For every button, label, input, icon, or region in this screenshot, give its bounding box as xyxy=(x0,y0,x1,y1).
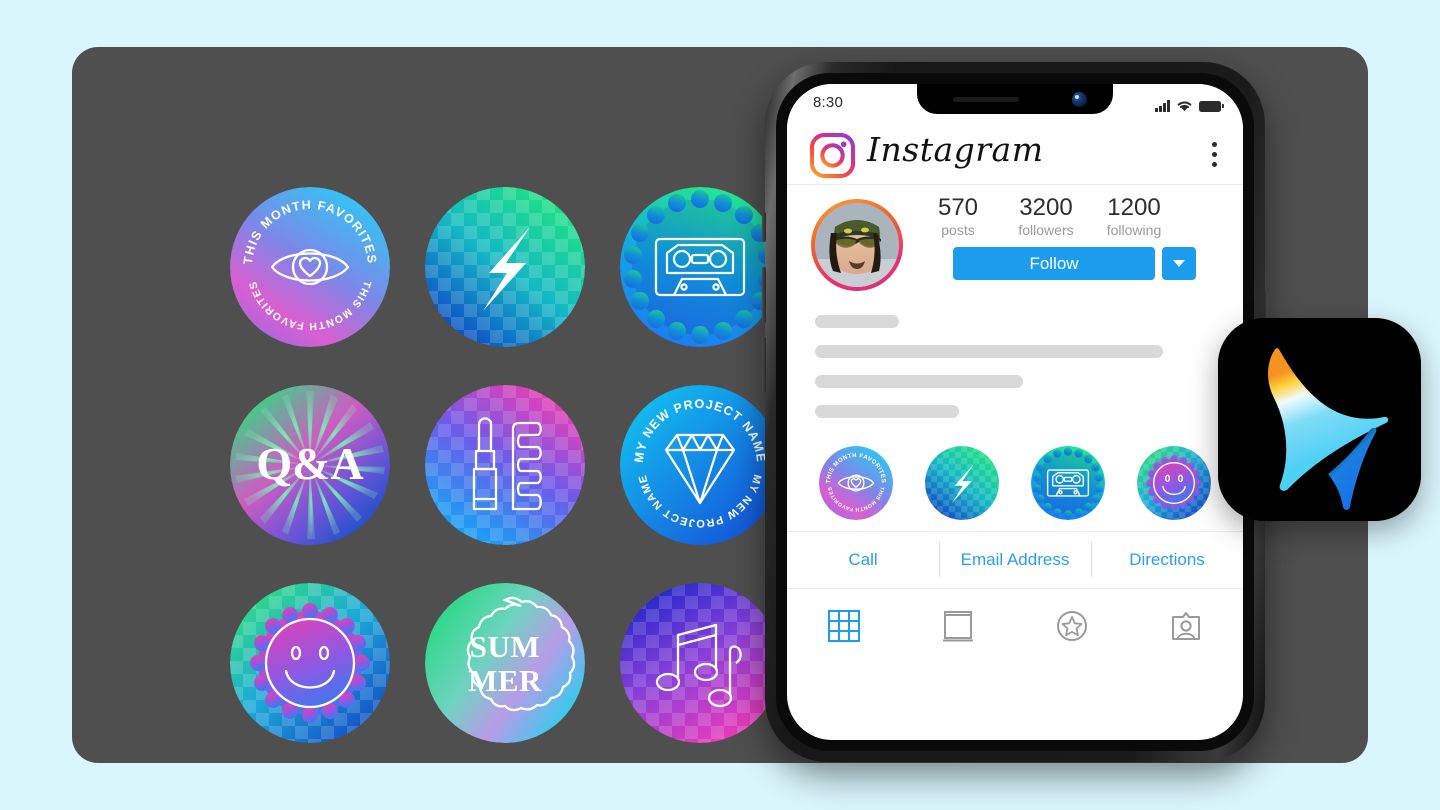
status-bar-indicators xyxy=(1155,96,1224,112)
feed-icon xyxy=(943,611,973,642)
status-bar-time: 8:30 xyxy=(813,94,843,111)
star-circle-icon xyxy=(1057,611,1087,641)
sticker-summer[interactable]: SUM MER xyxy=(425,583,585,743)
link-call[interactable]: Call xyxy=(787,550,939,570)
bio-line xyxy=(815,405,959,418)
bio-placeholder xyxy=(787,297,1243,418)
tab-star[interactable] xyxy=(1052,606,1092,646)
stat-posts[interactable]: 570 posts xyxy=(927,195,989,238)
svg-text:MER: MER xyxy=(468,663,542,698)
battery-icon xyxy=(1199,101,1224,112)
stat-posts-value: 570 xyxy=(937,194,979,221)
screenshot-canvas: THIS MONTH FAVORITES THIS MONTH FAVORITE… xyxy=(0,0,1440,810)
svg-text:SUM: SUM xyxy=(470,629,540,664)
tab-grid[interactable] xyxy=(824,606,864,646)
profile-section: 570 posts 3200 followers 1200 following … xyxy=(787,185,1243,297)
highlight-this-month-favorites[interactable]: THIS MONTH FAVORITES THIS MONTH FAVORITE… xyxy=(819,446,893,520)
stat-followers-label: followers xyxy=(1018,222,1074,239)
app-header: Instagram xyxy=(787,126,1243,185)
phone-volume-down-button xyxy=(762,337,766,393)
stat-posts-label: posts xyxy=(941,222,975,239)
sticker-q-and-a[interactable]: Q&A xyxy=(230,385,390,545)
profile-stats: 570 posts 3200 followers 1200 following xyxy=(927,195,1165,238)
sticker-cassette-tape[interactable] xyxy=(620,187,780,347)
kebab-menu-icon[interactable] xyxy=(1212,142,1217,168)
tagged-person-icon xyxy=(1172,612,1200,640)
link-directions[interactable]: Directions xyxy=(1091,541,1243,577)
stat-following[interactable]: 1200 following xyxy=(1103,195,1165,238)
phone-notch xyxy=(917,84,1113,114)
sticker-my-new-project-name[interactable]: MY NEW PROJECT NAME MY NEW PROJECT NAME xyxy=(620,385,780,545)
highlight-lightning-bolt[interactable] xyxy=(925,446,999,520)
phone-silent-switch xyxy=(762,212,766,242)
story-highlights: THIS MONTH FAVORITES THIS MONTH FAVORITE… xyxy=(787,435,1243,531)
action-links: Call Email Address Directions xyxy=(787,531,1243,589)
bio-line xyxy=(815,315,899,328)
chevron-down-icon xyxy=(1173,260,1185,267)
instagram-logo-icon xyxy=(809,132,856,179)
bio-line xyxy=(815,375,1023,388)
phone-screen: 8:30 Instagram 570 posts 3200 followers … xyxy=(787,84,1243,740)
follow-row: Follow xyxy=(953,247,1196,280)
phone-volume-up-button xyxy=(762,267,766,323)
follow-button[interactable]: Follow xyxy=(953,247,1155,280)
earpiece-speaker xyxy=(953,97,1019,102)
grid-icon xyxy=(828,610,860,642)
highlight-cassette-tape[interactable] xyxy=(1031,446,1105,520)
sticker-this-month-favorites[interactable]: THIS MONTH FAVORITES THIS MONTH FAVORITE… xyxy=(230,187,390,347)
sticker-grid: THIS MONTH FAVORITES THIS MONTH FAVORITE… xyxy=(230,187,830,747)
sticker-lipstick-comb[interactable] xyxy=(425,385,585,545)
signal-bars-icon xyxy=(1155,100,1170,112)
highlight-smiley-face[interactable] xyxy=(1137,446,1211,520)
follow-options-button[interactable] xyxy=(1162,247,1196,280)
sticker-smiley-face[interactable] xyxy=(230,583,390,743)
sticker-lightning-bolt[interactable] xyxy=(425,187,585,347)
avatar[interactable] xyxy=(815,203,899,287)
stat-followers[interactable]: 3200 followers xyxy=(1015,195,1077,238)
tab-tagged[interactable] xyxy=(1166,606,1206,646)
stat-following-label: following xyxy=(1106,222,1162,239)
wifi-icon xyxy=(1177,101,1192,112)
stat-followers-value: 3200 xyxy=(1019,194,1073,221)
app-logo-icon[interactable] xyxy=(1218,318,1421,521)
stat-following-value: 1200 xyxy=(1107,194,1161,221)
tab-feed[interactable] xyxy=(938,606,978,646)
sticker-music-notes[interactable] xyxy=(620,583,780,743)
phone-mockup: 8:30 Instagram 570 posts 3200 followers … xyxy=(762,62,1268,762)
bio-line xyxy=(815,345,1163,358)
front-camera xyxy=(1072,92,1087,107)
svg-text:Q&A: Q&A xyxy=(256,438,363,489)
avatar-ring[interactable] xyxy=(811,199,903,291)
app-title: Instagram xyxy=(867,130,1044,169)
link-email-address[interactable]: Email Address xyxy=(939,541,1091,577)
profile-tab-bar xyxy=(787,589,1243,663)
